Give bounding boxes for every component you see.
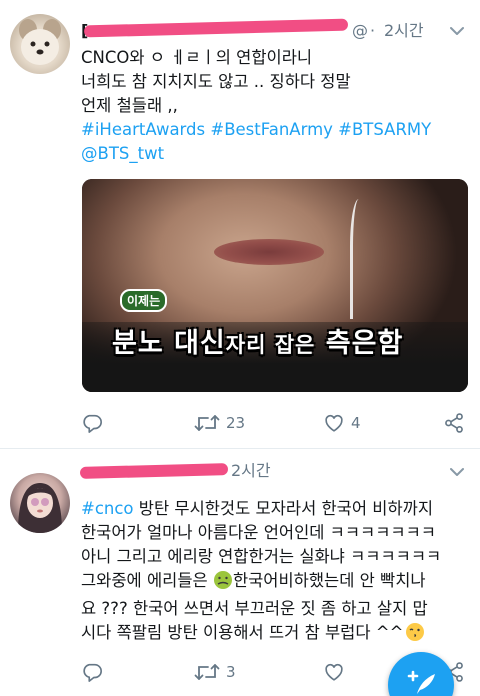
tweet-line: 시다 쪽팔림 방탄 이용해서 뜨거 참 부럽다 ^^ — [81, 621, 471, 649]
like-icon — [323, 661, 345, 683]
image-earphone — [350, 199, 372, 319]
chevron-down-icon[interactable] — [450, 467, 464, 477]
reply-icon — [81, 412, 103, 434]
tweet-line: 그와중에 에리들은 한국어비하했는데 안 빡치나 — [81, 569, 471, 597]
retweet-count: 23 — [226, 414, 246, 432]
dot-separator: · — [370, 21, 376, 40]
chevron-down-icon[interactable] — [450, 26, 464, 36]
share-button[interactable] — [443, 411, 465, 435]
redaction-mark — [83, 18, 349, 38]
tweet-text-part: 시다 쪽팔림 방탄 이용해서 뜨거 참 부럽다 ^^ — [81, 623, 404, 642]
retweet-button[interactable]: 23 — [194, 411, 245, 435]
like-button[interactable] — [323, 660, 345, 684]
hashtag-line: #iHeartAwards #BestFanArmy #BTSARMY — [81, 118, 473, 142]
tweet-image[interactable]: 이제는 분노 대신자리 잡은 측은함 — [82, 179, 468, 392]
tweet-line: 너희도 참 지치지도 않고 .. 징하다 정말 — [81, 72, 351, 91]
tweet-text-part: 한국어비하했는데 안 빡치나 — [232, 571, 426, 590]
tweet-text-part: 방탄 무시한것도 모자라서 한국어 비하까지 — [138, 499, 434, 518]
tweet-text: #cnco 방탄 무시한것도 모자라서 한국어 비하까지 한국어가 얼마나 아름… — [81, 497, 471, 649]
tweet-text: CNCO와 ㅇ ㅔㄹㅣ의 연합이라니 너희도 참 지치지도 않고 .. 징하다 … — [81, 46, 473, 166]
avatar[interactable] — [10, 14, 70, 74]
tweet-time[interactable]: 2시간 — [231, 460, 271, 482]
tweet-time[interactable]: 2시간 — [384, 20, 424, 42]
image-caption: 분노 대신자리 잡은 측은함 — [112, 321, 403, 360]
tweet-1[interactable]: [ @ · 2시간 CNCO와 ㅇ ㅔㄹㅣ의 연합이라니 너희도 참 지치지도 … — [0, 0, 480, 449]
hashtag-link[interactable]: #cnco — [81, 499, 134, 518]
mention-link[interactable]: @BTS_twt — [81, 142, 473, 166]
tweet-line: 한국어가 얼마나 아름다운 언어인데 ㅋㅋㅋㅋㅋㅋㅋ — [81, 523, 436, 542]
handle-fragment[interactable]: @ — [352, 20, 368, 42]
tweet-line: #cnco 방탄 무시한것도 모자라서 한국어 비하까지 — [81, 497, 471, 521]
reply-button[interactable] — [81, 660, 103, 684]
like-count: 4 — [351, 414, 361, 432]
nauseated-face-emoji — [213, 570, 233, 597]
tweet-text-part: 그와중에 에리들은 — [81, 571, 208, 590]
tweet-line: CNCO와 ㅇ ㅔㄹㅣ의 연합이라니 — [81, 48, 313, 67]
reply-button[interactable] — [81, 411, 103, 435]
tweet-line: 언제 철들래 ,, — [81, 96, 178, 115]
image-mouth — [214, 239, 324, 265]
like-icon — [323, 412, 345, 434]
tweet-line: 아니 그리고 에리랑 연합한거는 실화냐 ㅋㅋㅋㅋㅋㅋ — [81, 547, 442, 566]
avatar[interactable] — [10, 473, 70, 533]
like-button[interactable]: 4 — [323, 411, 361, 435]
share-icon — [443, 412, 465, 434]
retweet-button[interactable]: 3 — [194, 660, 236, 684]
retweet-icon — [194, 661, 220, 683]
kissing-face-emoji — [405, 622, 425, 649]
caption-part: 분노 대신 — [112, 328, 226, 359]
retweet-icon — [194, 412, 220, 434]
tweet-line: 요 ??? 한국어 쓰면서 부끄러운 짓 좀 하고 살지 맙 — [81, 599, 428, 618]
hashtag-link[interactable]: #iHeartAwards — [81, 120, 205, 139]
hashtag-link[interactable]: #BTSARMY — [338, 120, 431, 139]
caption-part: 측은함 — [325, 328, 404, 359]
caption-part: 자리 잡은 — [225, 333, 316, 357]
reply-icon — [81, 661, 103, 683]
retweet-count: 3 — [226, 663, 236, 681]
redaction-mark — [79, 463, 229, 479]
hashtag-link[interactable]: #BestFanArmy — [210, 120, 333, 139]
image-caption-top: 이제는 — [120, 289, 168, 312]
tweet-actions: 23 4 — [81, 411, 473, 435]
